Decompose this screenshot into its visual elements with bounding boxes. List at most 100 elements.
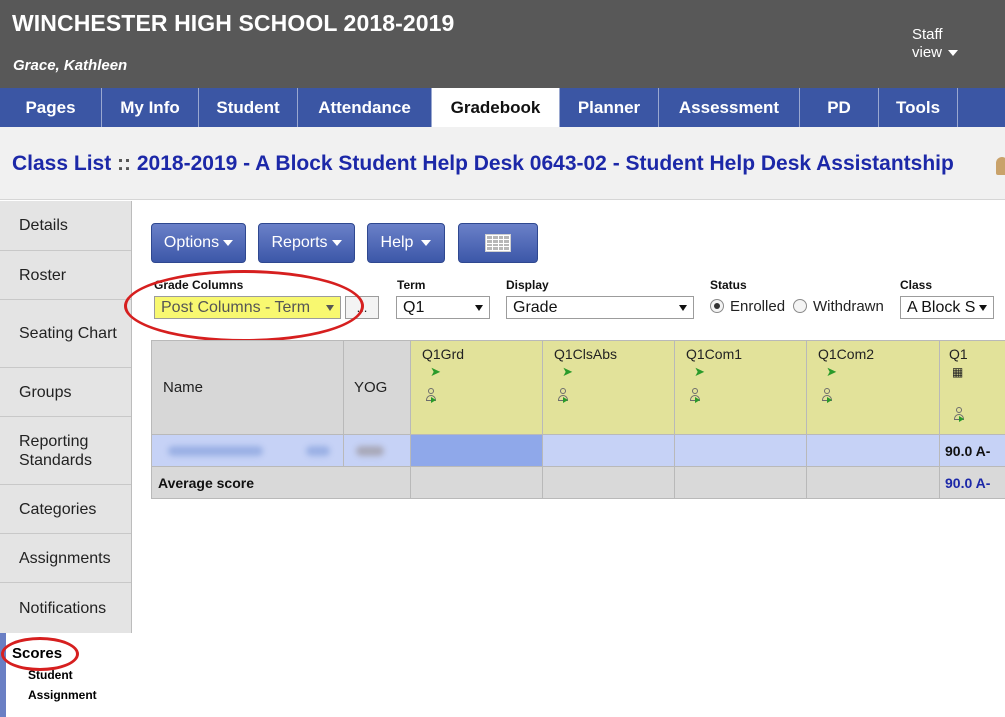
tab-gradebook[interactable]: Gradebook	[432, 88, 560, 127]
school-title: WINCHESTER HIGH SCHOOL 2018-2019	[12, 10, 455, 36]
withdrawn-label: Withdrawn	[813, 298, 884, 315]
reports-label: Reports	[271, 234, 328, 251]
column-header-q1clsabs[interactable]: Q1ClsAbs ➤	[542, 340, 675, 435]
column-label: Q1	[949, 346, 968, 362]
display-select[interactable]: Grade	[506, 296, 694, 319]
tab-assessment[interactable]: Assessment	[659, 88, 800, 127]
options-button[interactable]: Options	[151, 223, 246, 263]
yog-column-header[interactable]: YOG	[343, 340, 411, 435]
column-header-q1grd[interactable]: Q1Grd ➤	[410, 340, 543, 435]
user-name: Grace, Kathleen	[13, 57, 128, 74]
side-nav-categories[interactable]: Categories	[0, 485, 131, 534]
post-pin-icon[interactable]: ➤	[430, 364, 441, 380]
status-label: Status	[710, 278, 747, 292]
term-value: Q1	[403, 298, 425, 316]
scores-annotation-circle	[1, 637, 79, 671]
average-score-label: Average score	[158, 475, 254, 491]
tab-tools[interactable]: Tools	[879, 88, 958, 127]
yog-header-label: YOG	[354, 379, 388, 396]
post-pin-icon[interactable]: ➤	[562, 364, 573, 380]
app-header: WINCHESTER HIGH SCHOOL 2018-2019 Grace, …	[0, 0, 1005, 88]
side-nav-seating-chart[interactable]: Seating Chart	[0, 300, 131, 368]
chevron-down-icon	[223, 240, 234, 246]
calculator-icon[interactable]: ▦	[952, 365, 963, 379]
enrolled-radio[interactable]	[710, 299, 724, 313]
post-pin-icon[interactable]: ➤	[826, 364, 837, 380]
tab-pages[interactable]: Pages	[0, 88, 102, 127]
side-nav: Details Roster Seating Chart Groups Repo…	[0, 201, 132, 633]
redacted-yog	[356, 446, 384, 456]
average-cell	[806, 466, 940, 499]
tab-my-info[interactable]: My Info	[102, 88, 199, 127]
chevron-down-icon	[475, 305, 483, 311]
average-cell	[674, 466, 807, 499]
assign-student-icon[interactable]	[690, 388, 700, 403]
tab-pd[interactable]: PD	[800, 88, 879, 127]
grid-view-icon	[485, 234, 511, 252]
options-label: Options	[163, 234, 220, 251]
average-cell-q1: 90.0 A-	[939, 466, 1005, 499]
column-header-q1com1[interactable]: Q1Com1 ➤	[674, 340, 807, 435]
term-label: Term	[397, 278, 426, 292]
chevron-down-icon	[331, 240, 342, 246]
scores-grid: Name YOG Q1Grd ➤ Q1ClsAbs ➤ Q1Com1 ➤ Q1C…	[151, 340, 1005, 501]
redacted-student-name	[168, 446, 263, 456]
score-cell-q1clsabs[interactable]	[542, 434, 675, 467]
side-nav-details[interactable]: Details	[0, 201, 131, 251]
help-button[interactable]: Help	[367, 223, 445, 263]
average-q1-score: 90.0 A-	[945, 475, 991, 491]
grid-view-button[interactable]	[458, 223, 538, 263]
side-nav-notifications[interactable]: Notifications	[0, 583, 131, 633]
side-nav-student-assignment-line2[interactable]: Assignment	[28, 688, 97, 702]
withdrawn-radio[interactable]	[793, 299, 807, 313]
chevron-down-icon	[979, 305, 987, 311]
redacted-text	[306, 446, 330, 456]
tab-planner[interactable]: Planner	[560, 88, 659, 127]
score-cell-q1grd[interactable]	[410, 434, 543, 467]
score-cell-q1com1[interactable]	[674, 434, 807, 467]
column-label: Q1ClsAbs	[554, 346, 618, 362]
assign-student-icon[interactable]	[822, 388, 832, 403]
average-cell	[542, 466, 675, 499]
main-tabs: Pages My Info Student Attendance Gradebo…	[0, 88, 1005, 127]
column-header-q1[interactable]: Q1 ▦	[939, 340, 1005, 435]
score-cell-q1[interactable]: 90.0 A-	[939, 434, 1005, 467]
average-score-label-cell: Average score	[151, 466, 411, 499]
tab-attendance[interactable]: Attendance	[298, 88, 432, 127]
average-cell	[410, 466, 543, 499]
teacher-icon[interactable]	[996, 157, 1005, 175]
assign-student-icon[interactable]	[426, 388, 436, 403]
assign-student-icon[interactable]	[954, 407, 964, 422]
class-select[interactable]: A Block S	[900, 296, 994, 319]
enrolled-label: Enrolled	[730, 298, 786, 315]
name-column-header[interactable]: Name	[151, 340, 344, 435]
side-nav-groups[interactable]: Groups	[0, 368, 131, 417]
side-nav-reporting-standards[interactable]: Reporting Standards	[0, 417, 131, 485]
display-value: Grade	[513, 298, 558, 316]
chevron-down-icon	[948, 50, 959, 57]
score-cell-q1com2[interactable]	[806, 434, 940, 467]
post-pin-icon[interactable]: ➤	[694, 364, 705, 380]
page-title-prefix: Class List	[12, 152, 112, 175]
term-select[interactable]: Q1	[396, 296, 490, 319]
reports-button[interactable]: Reports	[258, 223, 355, 263]
page-title-separator: ::	[111, 152, 137, 175]
page-title: Class List :: 2018-2019 - A Block Studen…	[12, 152, 954, 176]
staff-view-label-1: Staff	[912, 26, 943, 43]
help-label: Help	[380, 234, 414, 251]
chevron-down-icon	[679, 305, 687, 311]
tab-student[interactable]: Student	[199, 88, 298, 127]
side-nav-assignments[interactable]: Assignments	[0, 534, 131, 583]
chevron-down-icon	[421, 240, 432, 246]
display-label: Display	[506, 278, 549, 292]
column-header-q1com2[interactable]: Q1Com2 ➤	[806, 340, 940, 435]
student-name-cell[interactable]	[151, 434, 344, 467]
student-yog-cell	[343, 434, 411, 467]
page-title-class: 2018-2019 - A Block Student Help Desk 06…	[136, 152, 954, 175]
assign-student-icon[interactable]	[558, 388, 568, 403]
title-bar: Class List :: 2018-2019 - A Block Studen…	[0, 127, 1005, 200]
student-q1-score: 90.0 A-	[945, 443, 991, 459]
side-nav-roster[interactable]: Roster	[0, 251, 131, 300]
staff-view-menu[interactable]: Staff view	[912, 26, 959, 62]
grade-columns-annotation-circle	[124, 270, 364, 342]
